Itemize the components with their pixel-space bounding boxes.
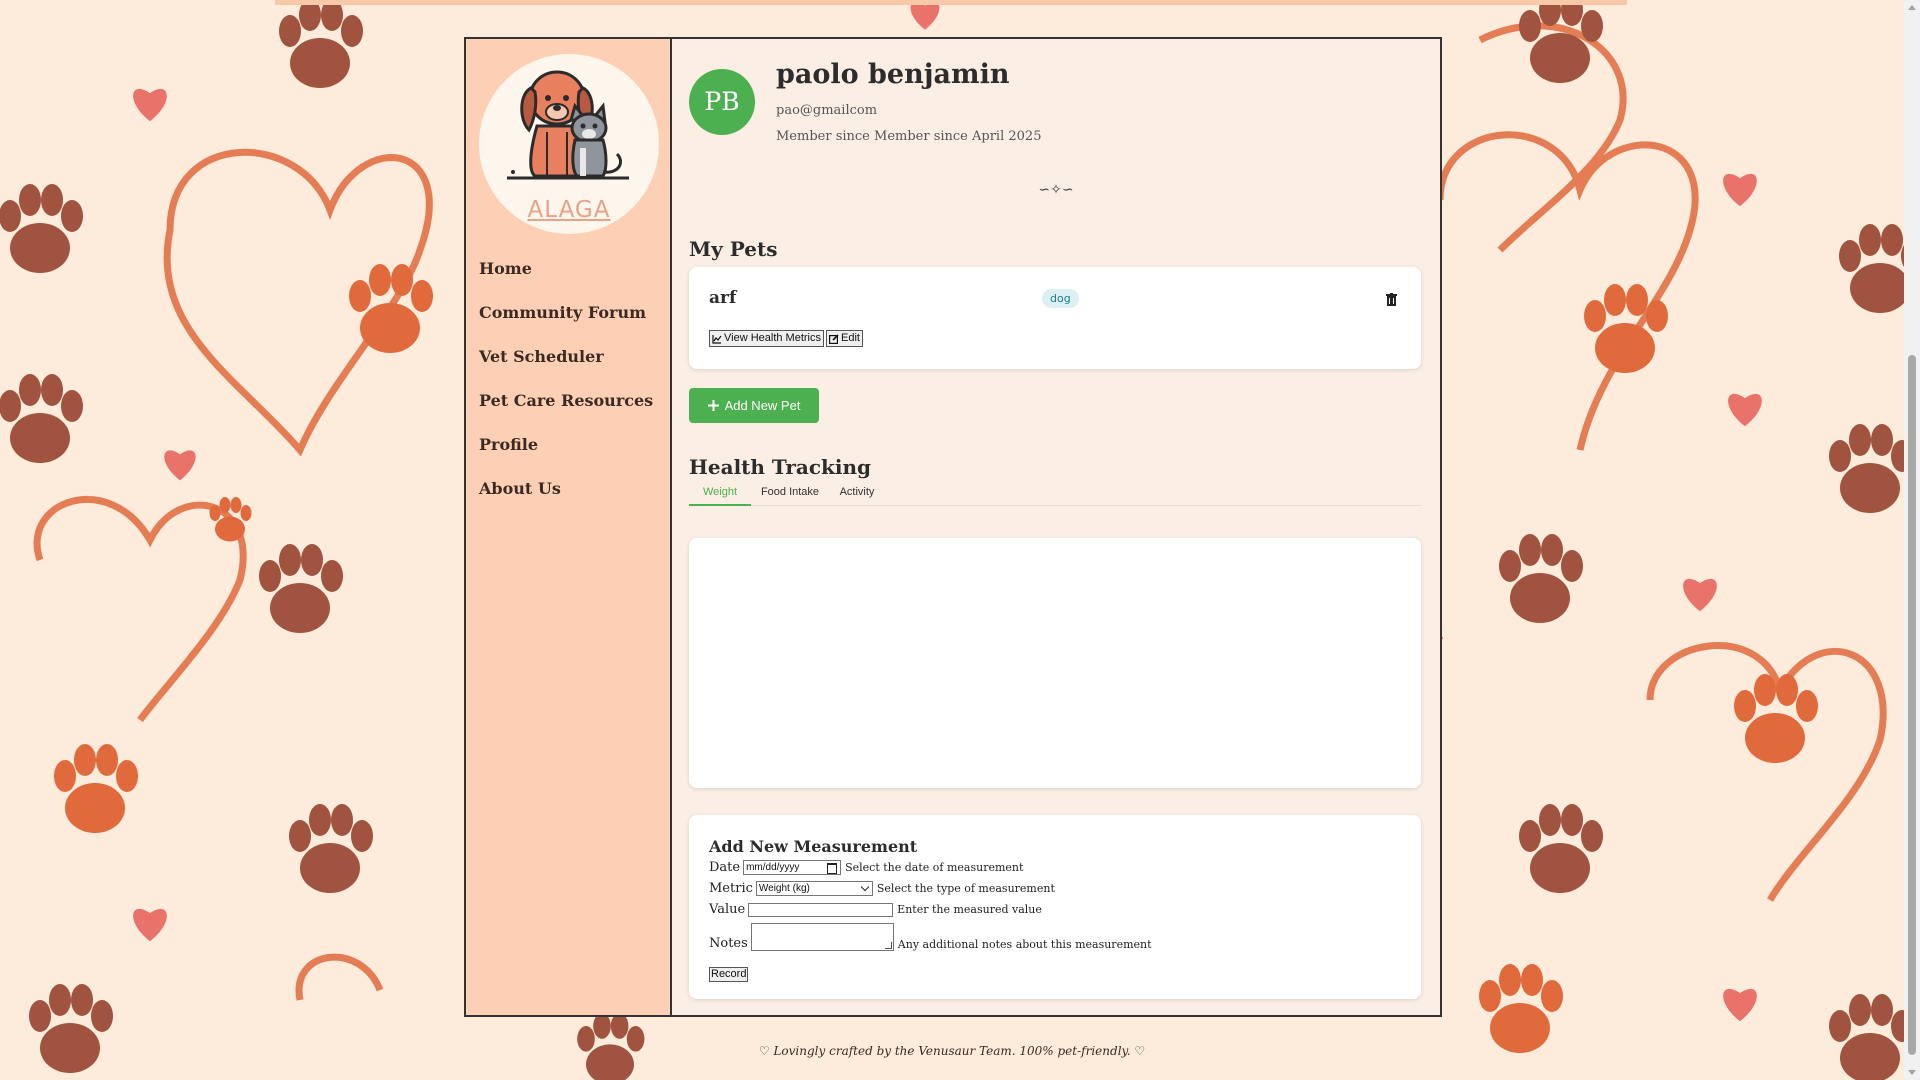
value-hint: Enter the measured value — [897, 903, 1042, 916]
edit-pet-label: Edit — [841, 332, 860, 344]
notes-textarea[interactable] — [750, 923, 894, 951]
profile-member-since: Member since Member since April 2025 — [776, 129, 1042, 144]
scroll-up-arrow-icon[interactable] — [1908, 5, 1916, 10]
calendar-icon[interactable] — [827, 863, 838, 874]
add-new-pet-label: Add New Pet — [724, 398, 801, 413]
health-tabs: Weight Food Intake Activity — [689, 482, 1421, 506]
edit-pet-button[interactable]: Edit — [826, 330, 863, 347]
value-input[interactable] — [748, 902, 894, 917]
edit-icon — [829, 333, 839, 344]
metric-selected-value: Weight (kg) — [758, 883, 810, 894]
add-measurement-heading: Add New Measurement — [709, 837, 918, 856]
nav-about-us[interactable]: About Us — [479, 479, 653, 498]
notes-label: Notes — [709, 936, 748, 951]
tab-food-intake[interactable]: Food Intake — [755, 482, 825, 504]
pet-name: arf — [709, 288, 737, 308]
trash-icon[interactable] — [1386, 293, 1397, 306]
metric-select[interactable]: Weight (kg) — [755, 881, 873, 896]
nav-pet-care-resources[interactable]: Pet Care Resources — [479, 391, 653, 410]
scrollbar-thumb[interactable] — [1908, 355, 1916, 1055]
app-window: ALAGA Home Community Forum Vet Scheduler… — [464, 37, 1442, 1017]
logo[interactable]: ALAGA — [479, 54, 659, 234]
page-scrollbar[interactable] — [1904, 0, 1920, 1080]
record-button[interactable]: Record — [709, 967, 749, 982]
add-new-pet-button[interactable]: Add New Pet — [689, 388, 819, 423]
view-health-metrics-label: View Health Metrics — [724, 332, 821, 344]
metric-label: Metric — [709, 881, 753, 896]
value-row: Value Enter the measured value — [709, 902, 1042, 917]
ornament-divider: ∽✧∽ — [1038, 182, 1074, 198]
top-accent-bar — [275, 0, 1627, 5]
profile-email: pao@gmailcom — [776, 103, 878, 118]
tab-activity[interactable]: Activity — [829, 482, 885, 504]
view-health-metrics-button[interactable]: View Health Metrics — [709, 330, 824, 347]
notes-hint: Any additional notes about this measurem… — [897, 938, 1152, 951]
dog-and-cat-logo-icon — [507, 70, 629, 180]
main-content: PB paolo benjamin pao@gmailcom Member si… — [672, 39, 1440, 1015]
pet-species-badge: dog — [1042, 289, 1079, 308]
footer-text: ♡ Lovingly crafted by the Venusaur Team.… — [758, 1044, 1146, 1058]
avatar: PB — [689, 69, 755, 135]
profile-name: paolo benjamin — [776, 59, 1010, 90]
resize-handle-icon[interactable] — [884, 942, 892, 949]
tab-weight[interactable]: Weight — [689, 482, 751, 506]
chart-icon — [712, 334, 722, 344]
date-placeholder: mm/dd/yyyy — [746, 862, 800, 873]
my-pets-heading: My Pets — [689, 237, 778, 261]
health-tracking-heading: Health Tracking — [689, 455, 872, 479]
health-chart-area — [689, 538, 1421, 788]
date-label: Date — [709, 860, 741, 875]
notes-row: Notes Any additional notes about this me… — [709, 923, 1152, 951]
logo-text[interactable]: ALAGA — [479, 197, 659, 223]
metric-hint: Select the type of measurement — [876, 882, 1055, 895]
chevron-down-icon — [860, 882, 870, 892]
nav-home[interactable]: Home — [479, 259, 653, 278]
plus-icon — [707, 400, 719, 411]
nav-community-forum[interactable]: Community Forum — [479, 303, 653, 322]
date-hint: Select the date of measurement — [845, 861, 1024, 874]
add-measurement-form: Add New Measurement Date mm/dd/yyyy Sele… — [689, 815, 1421, 999]
nav-profile[interactable]: Profile — [479, 435, 653, 454]
metric-row: Metric Weight (kg) Select the type of me… — [709, 881, 1055, 896]
value-label: Value — [709, 902, 746, 917]
date-row: Date mm/dd/yyyy Select the date of measu… — [709, 860, 1023, 875]
main-nav: Home Community Forum Vet Scheduler Pet C… — [479, 259, 653, 523]
sidebar: ALAGA Home Community Forum Vet Scheduler… — [466, 39, 672, 1015]
scroll-down-arrow-icon[interactable] — [1908, 1070, 1916, 1075]
nav-vet-scheduler[interactable]: Vet Scheduler — [479, 347, 653, 366]
pet-card: arf dog View Health Metrics Edit — [689, 267, 1421, 369]
date-input[interactable]: mm/dd/yyyy — [743, 860, 842, 875]
